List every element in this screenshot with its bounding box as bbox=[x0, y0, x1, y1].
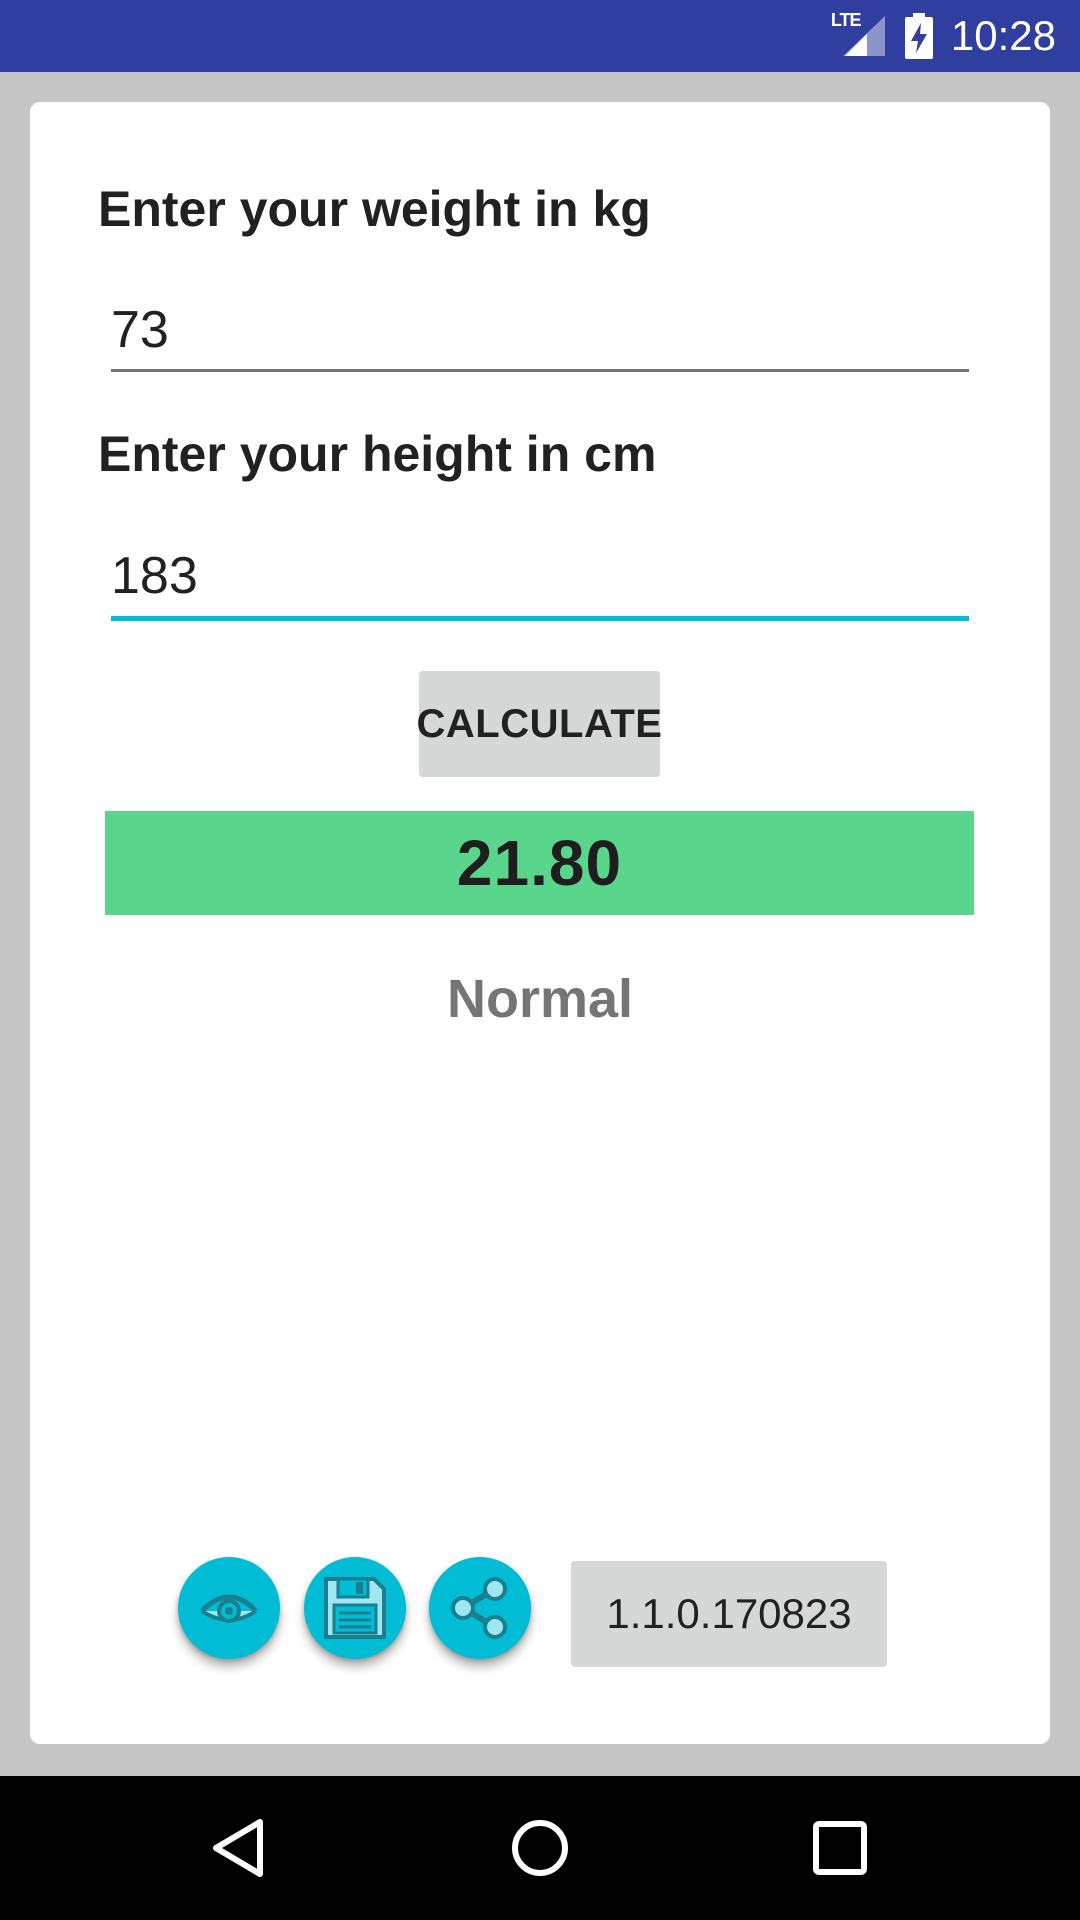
clock: 10:28 bbox=[950, 12, 1056, 59]
height-input-underline bbox=[111, 616, 969, 621]
back-icon bbox=[213, 1819, 263, 1877]
lte-signal-icon: LTE bbox=[831, 10, 887, 60]
calculate-button[interactable]: CALCULATE bbox=[417, 671, 662, 777]
navigation-bar bbox=[0, 1776, 1080, 1920]
version-button[interactable]: 1.1.0.170823 bbox=[571, 1561, 887, 1667]
battery-charging-icon bbox=[904, 13, 933, 59]
eye-icon bbox=[200, 1594, 258, 1623]
bmi-category: Normal bbox=[446, 969, 634, 1029]
share-icon bbox=[451, 1577, 507, 1639]
status-bar: LTE 10:28 bbox=[0, 0, 1080, 72]
recents-icon bbox=[813, 1821, 867, 1875]
weight-label: Enter your weight in kg bbox=[98, 181, 651, 237]
height-input[interactable]: 183 bbox=[111, 546, 198, 606]
save-icon bbox=[324, 1577, 386, 1639]
share-button[interactable] bbox=[429, 1557, 531, 1659]
home-icon bbox=[512, 1820, 568, 1876]
height-label: Enter your height in cm bbox=[98, 426, 657, 482]
weight-input-underline bbox=[111, 369, 969, 372]
save-button[interactable] bbox=[304, 1557, 406, 1659]
home-button[interactable] bbox=[500, 1808, 580, 1888]
back-button[interactable] bbox=[200, 1808, 280, 1888]
recents-button[interactable] bbox=[800, 1808, 880, 1888]
weight-input[interactable]: 73 bbox=[111, 300, 169, 360]
main-card bbox=[30, 102, 1050, 1744]
view-button[interactable] bbox=[178, 1557, 280, 1659]
bmi-result: 21.80 bbox=[105, 811, 974, 915]
